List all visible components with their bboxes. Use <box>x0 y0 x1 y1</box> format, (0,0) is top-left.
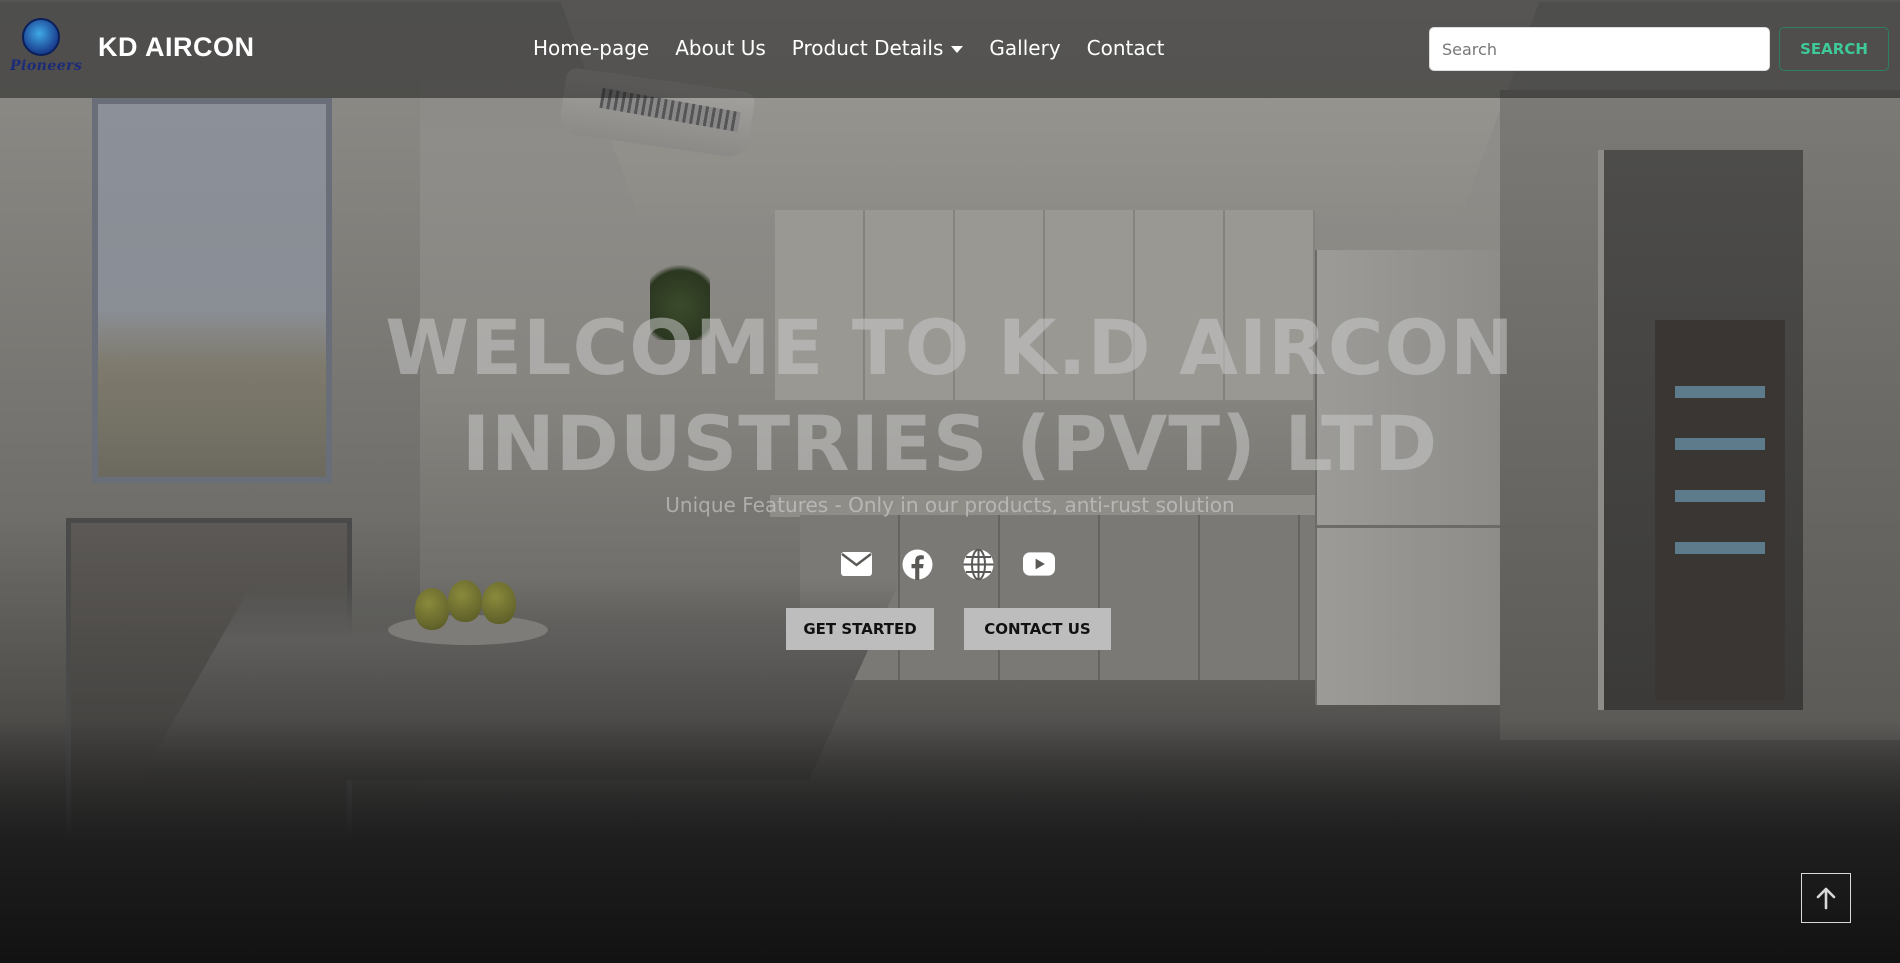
arrow-up-icon <box>1816 887 1836 910</box>
brand-name[interactable]: KD AIRCON <box>98 32 255 63</box>
caret-down-icon <box>951 46 964 53</box>
globe-icon[interactable] <box>962 548 994 580</box>
logo[interactable]: Pioneers <box>10 16 82 78</box>
nav-contact[interactable]: Contact <box>1087 36 1165 60</box>
nav-about-us[interactable]: About Us <box>675 36 766 60</box>
social-links <box>840 548 1055 580</box>
nav-gallery[interactable]: Gallery <box>989 36 1060 60</box>
logo-emblem-icon <box>22 18 60 56</box>
hero-title-line2: INDUSTRIES (PVT) LTD <box>461 399 1439 488</box>
hero-subtitle: Unique Features - Only in our products, … <box>665 493 1235 517</box>
get-started-button[interactable]: GET STARTED <box>786 608 934 650</box>
floor-shadow <box>0 720 1900 963</box>
search-button[interactable]: SEARCH <box>1779 27 1889 71</box>
pear <box>415 588 449 630</box>
top-border <box>0 0 1900 2</box>
nav-home[interactable]: Home-page <box>533 36 649 60</box>
back-to-top-button[interactable] <box>1801 873 1851 923</box>
pear <box>482 582 516 624</box>
hero-title-line1: WELCOME TO K.D AIRCON <box>385 303 1515 392</box>
nav-menu: Home-page About Us Product Details Galle… <box>533 36 1164 60</box>
nav-product-details-dropdown[interactable]: Product Details <box>792 36 964 60</box>
logo-text: Pioneers <box>10 58 83 74</box>
refrigerator-divider <box>1315 525 1505 528</box>
navbar: Pioneers KD AIRCON Home-page About Us Pr… <box>0 0 1900 98</box>
envelope-icon[interactable] <box>840 548 872 580</box>
pear <box>448 580 482 622</box>
door-glass-panel <box>1675 542 1765 554</box>
hero-title: WELCOME TO K.D AIRCON INDUSTRIES (PVT) L… <box>0 300 1900 492</box>
contact-us-button[interactable]: CONTACT US <box>964 608 1111 650</box>
facebook-icon[interactable] <box>901 548 933 580</box>
search-input[interactable] <box>1429 27 1770 71</box>
youtube-icon[interactable] <box>1023 548 1055 580</box>
